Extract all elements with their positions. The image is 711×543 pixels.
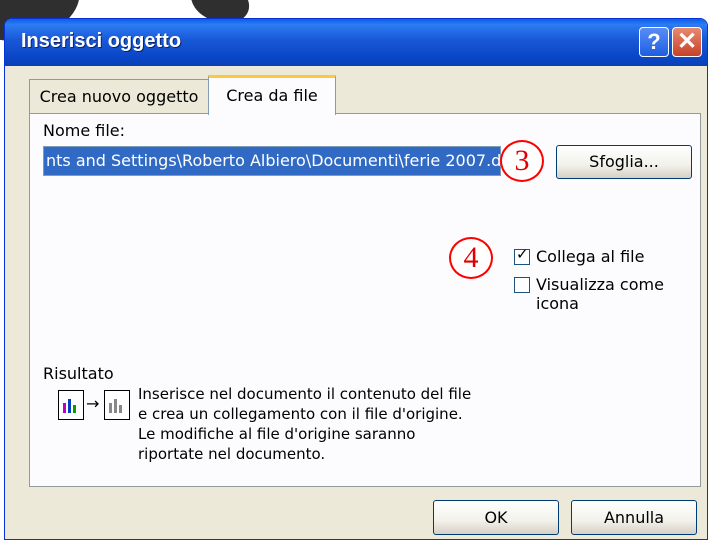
file-name-field[interactable]: nts and Settings\Roberto Albiero\Documen… [43, 146, 501, 176]
result-description: Inserisce nel documento il contenuto del… [138, 385, 472, 463]
tab-create-new-label: Crea nuovo oggetto [39, 87, 199, 106]
help-button[interactable]: ? [639, 27, 669, 57]
ok-button[interactable]: OK [433, 500, 559, 535]
display-as-icon-label[interactable]: Visualizza come icona [536, 275, 700, 313]
cancel-button-label: Annulla [603, 508, 665, 527]
arrow-icon: → [86, 394, 100, 413]
tab-create-from-file-label: Crea da file [226, 86, 318, 105]
link-to-file-label[interactable]: Collega al file [536, 247, 644, 266]
cancel-button[interactable]: Annulla [571, 500, 697, 535]
checkmark-icon: ✓ [516, 245, 529, 263]
browse-button[interactable]: Sfoglia... [556, 145, 692, 179]
link-to-file-checkbox[interactable]: ✓ [514, 245, 530, 265]
display-as-icon-checkbox[interactable] [514, 277, 530, 293]
result-heading: Risultato [43, 364, 114, 383]
callout-4: 4 [449, 237, 493, 279]
close-button[interactable]: ✕ [672, 27, 702, 57]
close-icon: ✕ [676, 28, 698, 55]
linked-document-icon [104, 390, 130, 420]
insert-object-dialog: Inserisci oggetto ? ✕ Crea nuovo oggetto… [4, 18, 708, 540]
tab-create-from-file[interactable]: Crea da file [208, 75, 336, 115]
tab-panel: Nome file: nts and Settings\Roberto Albi… [29, 113, 701, 487]
browse-button-label: Sfoglia... [589, 152, 659, 171]
help-icon: ? [647, 29, 661, 54]
callout-3: 3 [500, 140, 544, 182]
tab-create-new[interactable]: Crea nuovo oggetto [29, 79, 209, 113]
ok-button-label: OK [484, 508, 508, 527]
file-name-label: Nome file: [43, 121, 126, 140]
dialog-title: Inserisci oggetto [21, 30, 182, 52]
title-bar[interactable]: Inserisci oggetto ? ✕ [5, 19, 707, 66]
document-icon [58, 390, 84, 420]
